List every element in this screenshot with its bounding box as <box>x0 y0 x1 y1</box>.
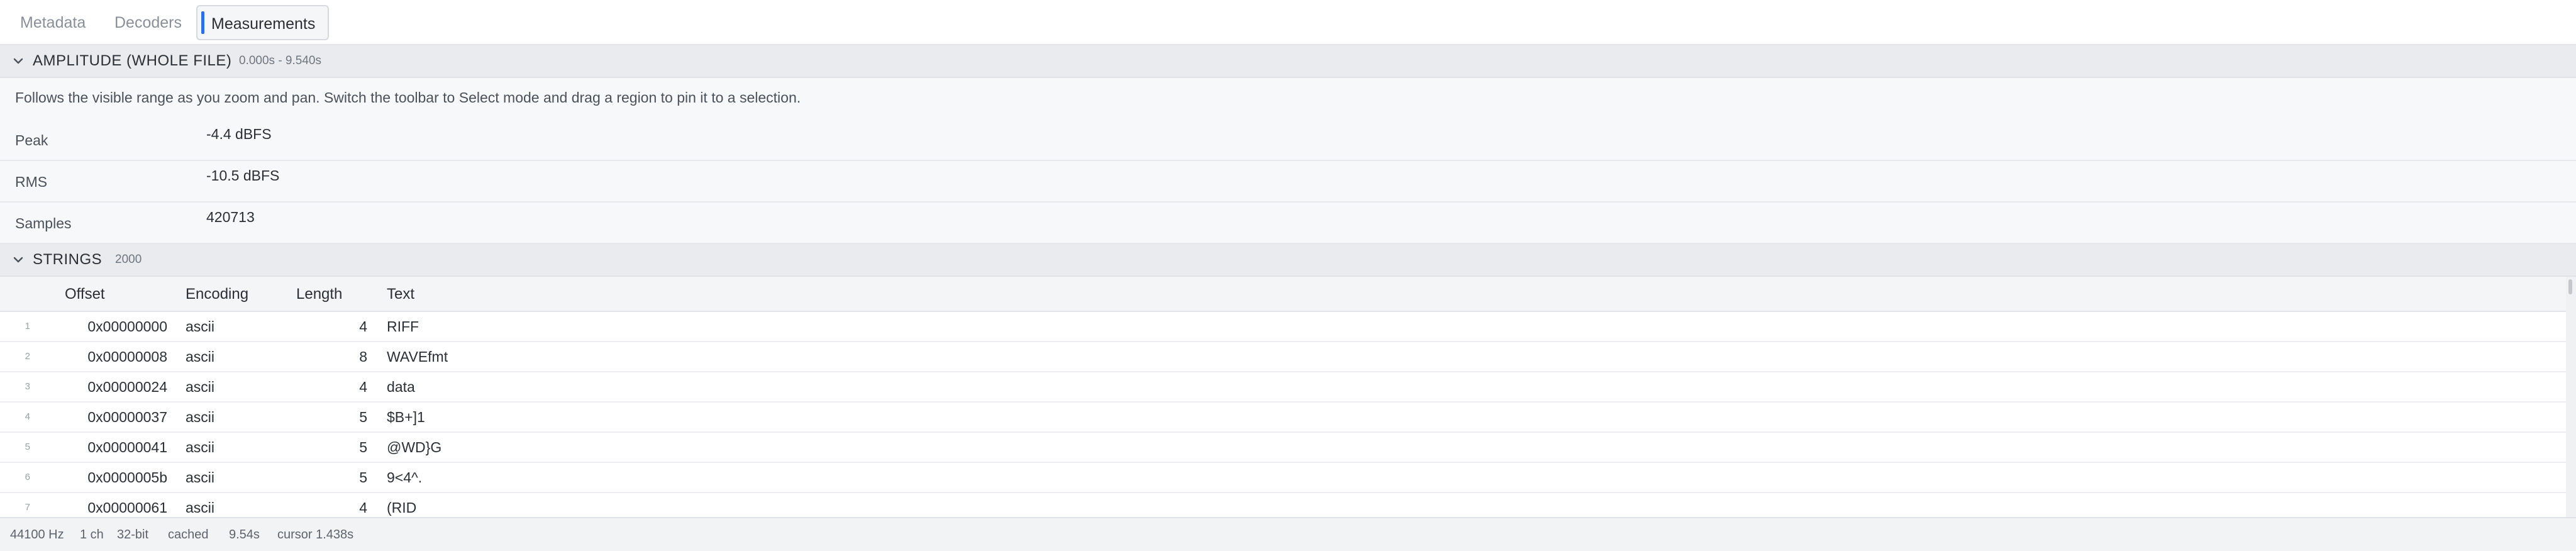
strings-table: Offset Encoding Length Text 1 0x00000000… <box>0 277 2566 517</box>
tab-measurements[interactable]: Measurements <box>196 5 330 40</box>
peak-value: -4.4 dBFS <box>206 126 272 142</box>
amplitude-hint: Follows the visible range as you zoom an… <box>15 89 801 106</box>
tab-metadata[interactable]: Metadata <box>8 5 98 40</box>
table-row[interactable]: 2 0x00000008 ascii 8 WAVEfmt <box>0 342 2566 372</box>
measurement-row-samples: Samples 420713 <box>0 203 2576 244</box>
row-text: (RID <box>387 499 417 516</box>
row-length: 5 <box>359 439 367 455</box>
scrollbar-thumb[interactable] <box>2568 279 2572 294</box>
row-index: 1 <box>25 321 30 331</box>
table-row[interactable]: 6 0x0000005b ascii 5 9<4^. <box>0 463 2566 493</box>
column-header-length[interactable]: Length <box>296 277 342 312</box>
table-row[interactable]: 5 0x00000041 ascii 5 @WD}G <box>0 433 2566 463</box>
samples-label: Samples <box>15 215 72 231</box>
table-row[interactable]: 7 0x00000061 ascii 4 (RID <box>0 493 2566 517</box>
chevron-down-icon <box>13 58 23 64</box>
status-duration: 9.54s <box>229 528 260 542</box>
row-length: 8 <box>359 348 367 365</box>
row-text: $B+]1 <box>387 409 425 425</box>
tab-decoders[interactable]: Decoders <box>102 5 194 40</box>
status-bar: 44100 Hz 1 ch 32-bit cached 9.54s cursor… <box>0 517 2576 551</box>
status-bit-depth: 32-bit <box>117 528 149 542</box>
column-header-encoding[interactable]: Encoding <box>186 277 248 312</box>
amplitude-section-title: AMPLITUDE (WHOLE FILE) <box>33 52 232 69</box>
row-text: 9<4^. <box>387 469 423 486</box>
row-offset: 0x00000000 <box>87 318 167 335</box>
row-encoding: ascii <box>186 499 215 516</box>
row-text: @WD}G <box>387 439 442 455</box>
table-scrollbar[interactable] <box>2566 277 2576 517</box>
row-text: WAVEfmt <box>387 348 448 365</box>
row-offset: 0x00000041 <box>87 439 167 455</box>
row-length: 5 <box>359 409 367 425</box>
column-header-offset[interactable]: Offset <box>65 277 105 312</box>
row-index: 7 <box>25 502 30 513</box>
row-length: 4 <box>359 379 367 395</box>
amplitude-section-header[interactable]: AMPLITUDE (WHOLE FILE) 0.000s - 9.540s <box>0 45 2576 78</box>
rms-label: RMS <box>15 174 48 190</box>
row-encoding: ascii <box>186 348 215 365</box>
row-encoding: ascii <box>186 379 215 395</box>
status-sample-rate: 44100 Hz <box>10 528 64 542</box>
table-row[interactable]: 3 0x00000024 ascii 4 data <box>0 372 2566 403</box>
table-row[interactable]: 1 0x00000000 ascii 4 RIFF <box>0 312 2566 342</box>
row-length: 4 <box>359 499 367 516</box>
measurement-row-peak: Peak -4.4 dBFS <box>0 120 2576 161</box>
row-length: 4 <box>359 318 367 335</box>
row-text: data <box>387 379 415 395</box>
row-offset: 0x00000061 <box>87 499 167 516</box>
strings-count: 2000 <box>115 253 142 266</box>
measurement-row-rms: RMS -10.5 dBFS <box>0 161 2576 203</box>
status-cache: cached <box>168 528 209 542</box>
row-length: 5 <box>359 469 367 486</box>
row-offset: 0x00000024 <box>87 379 167 395</box>
tab-bar: Metadata Decoders Measurements <box>0 0 2576 45</box>
strings-section-header[interactable]: STRINGS 2000 <box>0 244 2576 277</box>
row-index: 5 <box>25 442 30 452</box>
peak-label: Peak <box>15 132 48 148</box>
status-channels: 1 ch <box>80 528 104 542</box>
row-index: 2 <box>25 351 30 362</box>
rms-value: -10.5 dBFS <box>206 167 280 184</box>
row-offset: 0x00000008 <box>87 348 167 365</box>
row-encoding: ascii <box>186 469 215 486</box>
table-header: Offset Encoding Length Text <box>0 277 2566 312</box>
table-row[interactable]: 4 0x00000037 ascii 5 $B+]1 <box>0 403 2566 433</box>
samples-value: 420713 <box>206 209 255 225</box>
column-header-text[interactable]: Text <box>387 277 414 312</box>
row-index: 6 <box>25 472 30 482</box>
row-text: RIFF <box>387 318 419 335</box>
strings-section-title: STRINGS <box>33 251 103 268</box>
row-encoding: ascii <box>186 318 215 335</box>
status-cursor: cursor 1.438s <box>277 528 354 542</box>
row-index: 3 <box>25 381 30 392</box>
row-offset: 0x0000005b <box>87 469 167 486</box>
amplitude-time-range: 0.000s - 9.540s <box>239 54 321 67</box>
row-encoding: ascii <box>186 439 215 455</box>
row-offset: 0x00000037 <box>87 409 167 425</box>
chevron-down-icon <box>13 257 23 263</box>
row-encoding: ascii <box>186 409 215 425</box>
row-index: 4 <box>25 411 30 422</box>
